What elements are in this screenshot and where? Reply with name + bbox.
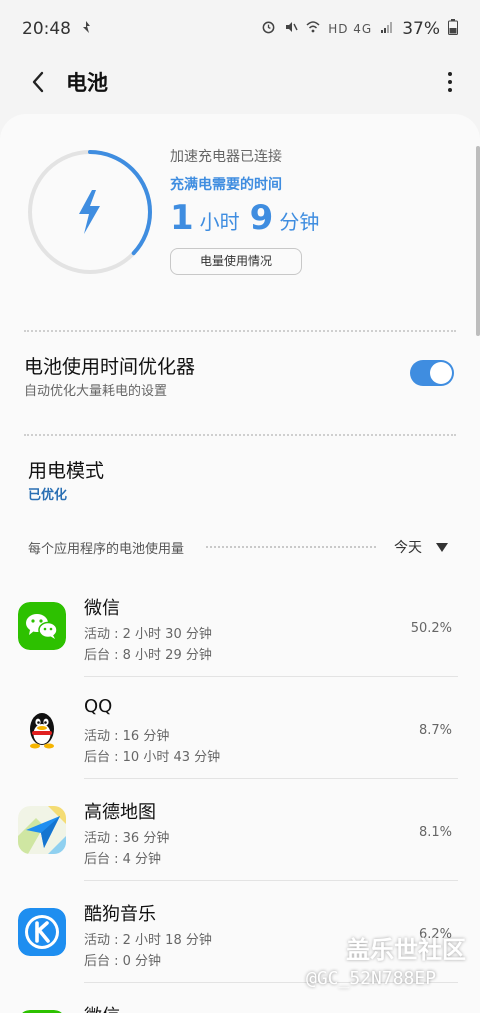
power-mode-value: 已优化 bbox=[28, 488, 68, 503]
network-type: HD 4G bbox=[328, 22, 373, 36]
period-label: 今天 bbox=[394, 540, 422, 556]
status-bar: 20:48 HD 4G 37% bbox=[0, 0, 480, 58]
signal-icon bbox=[380, 19, 394, 39]
app-name: 微信 bbox=[84, 1002, 120, 1013]
charge-progress-ring bbox=[28, 150, 152, 274]
toggle-knob bbox=[430, 362, 452, 384]
wifi-icon bbox=[306, 19, 320, 39]
back-arrow-icon bbox=[32, 71, 44, 93]
time-to-full-label: 充满电需要的时间 bbox=[170, 177, 282, 193]
qq-icon bbox=[18, 704, 66, 752]
app-usage-percent: 50.2% bbox=[410, 621, 452, 636]
app-background-time: 后台 : 4 分钟 bbox=[84, 852, 162, 867]
lightning-icon bbox=[79, 190, 100, 234]
dotted-leader bbox=[206, 546, 376, 548]
battery-percent: 37% bbox=[402, 19, 440, 39]
minutes-unit: 分钟 bbox=[279, 210, 320, 234]
more-dot-icon bbox=[448, 80, 452, 84]
mute-icon bbox=[284, 19, 298, 39]
back-button[interactable] bbox=[18, 62, 58, 102]
app-name: 高德地图 bbox=[84, 802, 156, 823]
kugou-icon bbox=[18, 908, 66, 956]
divider bbox=[84, 778, 458, 779]
status-right: HD 4G 37% bbox=[261, 18, 458, 40]
app-background-time: 后台 : 8 小时 29 分钟 bbox=[84, 648, 212, 663]
app-usage-percent: 8.1% bbox=[418, 825, 452, 840]
optimizer-toggle[interactable] bbox=[410, 360, 454, 386]
app-name: 微信 bbox=[84, 598, 120, 619]
power-mode-title[interactable]: 用电模式 bbox=[28, 456, 104, 483]
list-item[interactable]: 微信 活动 : 2 小时 30 分钟 后台 : 8 小时 29 分钟 50.2% bbox=[0, 580, 480, 680]
status-time: 20:48 bbox=[22, 19, 71, 39]
watermark-title: 盖乐世社区 bbox=[346, 936, 466, 964]
app-active-time: 活动 : 16 分钟 bbox=[84, 729, 170, 744]
time-to-full-value: 1 小时 9 分钟 bbox=[170, 198, 329, 238]
app-bar: 电池 bbox=[0, 58, 480, 106]
divider bbox=[84, 880, 458, 881]
app-name: QQ bbox=[84, 696, 113, 717]
list-item[interactable]: 高德地图 活动 : 36 分钟 后台 : 4 分钟 8.1% bbox=[0, 784, 480, 884]
minutes-value: 9 bbox=[249, 198, 274, 238]
period-dropdown[interactable]: 今天 bbox=[394, 537, 448, 557]
more-options-button[interactable] bbox=[444, 66, 456, 98]
page-title: 电池 bbox=[66, 71, 108, 95]
app-background-time: 后台 : 0 分钟 bbox=[84, 954, 162, 969]
app-active-time: 活动 : 2 小时 30 分钟 bbox=[84, 627, 212, 642]
app-active-time: 活动 : 2 小时 18 分钟 bbox=[84, 933, 212, 948]
scrollbar[interactable] bbox=[476, 146, 480, 336]
alarm-icon bbox=[261, 19, 276, 39]
dropdown-caret-icon bbox=[436, 542, 448, 552]
wechat-icon bbox=[18, 602, 66, 650]
more-dot-icon bbox=[448, 88, 452, 92]
list-item[interactable]: 微信 bbox=[0, 988, 480, 1013]
list-item[interactable]: QQ 活动 : 16 分钟 后台 : 10 小时 43 分钟 8.7% bbox=[0, 682, 480, 782]
battery-usage-button[interactable]: 电量使用情况 bbox=[170, 248, 302, 275]
divider bbox=[24, 434, 456, 436]
app-usage-percent: 8.7% bbox=[418, 723, 452, 738]
hours-unit: 小时 bbox=[199, 210, 240, 234]
per-app-usage-header: 每个应用程序的电池使用量 今天 bbox=[28, 536, 448, 558]
hours-value: 1 bbox=[170, 198, 194, 238]
battery-charging-icon bbox=[448, 18, 458, 40]
optimizer-title[interactable]: 电池使用时间优化器 bbox=[24, 352, 195, 379]
optimizer-subtitle: 自动优化大量耗电的设置 bbox=[24, 384, 168, 399]
more-dot-icon bbox=[448, 72, 452, 76]
per-app-usage-label: 每个应用程序的电池使用量 bbox=[28, 541, 185, 557]
app-name: 酷狗音乐 bbox=[84, 904, 156, 925]
app-active-time: 活动 : 36 分钟 bbox=[84, 831, 170, 846]
amap-icon bbox=[18, 806, 66, 854]
divider bbox=[24, 330, 456, 332]
watermark-handle: @GC_52N788EP bbox=[306, 968, 437, 989]
app-background-time: 后台 : 10 小时 43 分钟 bbox=[84, 750, 221, 765]
charger-status: 加速充电器已连接 bbox=[170, 149, 282, 165]
notification-icon bbox=[79, 19, 93, 39]
divider bbox=[84, 676, 458, 677]
status-left: 20:48 bbox=[22, 19, 93, 39]
charge-info: 加速充电器已连接 充满电需要的时间 1 小时 9 分钟 bbox=[170, 146, 329, 238]
